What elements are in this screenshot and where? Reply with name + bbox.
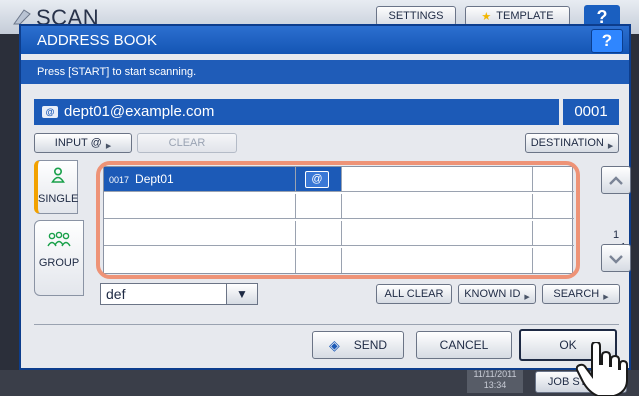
clock-time: 13:34 — [483, 380, 507, 390]
send-button[interactable]: ◈ SEND — [312, 331, 404, 359]
chevron-down-icon — [609, 255, 623, 264]
address-list: 0017 Dept01 @ — [103, 166, 574, 274]
entry-number: 0017 — [109, 175, 130, 185]
known-id-button[interactable]: KNOWN ID ▶ — [458, 284, 536, 304]
entry-type-cell — [296, 194, 342, 218]
list-item[interactable] — [104, 248, 574, 273]
cancel-button[interactable]: CANCEL — [416, 331, 512, 359]
cancel-label: CANCEL — [439, 338, 489, 352]
background-settings-label: SETTINGS — [388, 10, 444, 22]
address-book-dialog: ADDRESS BOOK ? Press [START] to start sc… — [19, 24, 631, 370]
tab-group[interactable]: GROUP — [34, 220, 84, 296]
tab-group-label: GROUP — [38, 257, 80, 269]
clock-date: 11/11/2011 — [473, 369, 517, 379]
entry-type-cell — [533, 221, 573, 245]
clear-label: CLEAR — [168, 137, 206, 149]
all-clear-label: ALL CLEAR — [384, 288, 444, 300]
list-item[interactable]: 0017 Dept01 @ — [104, 167, 574, 192]
destination-count: 0001 — [563, 99, 619, 125]
clock: 11/11/2011 13:34 — [467, 369, 523, 393]
send-label: SEND — [353, 338, 388, 352]
entry-name-cell — [104, 194, 296, 218]
search-label: SEARCH — [553, 288, 600, 300]
chevron-right-icon: ▶ — [607, 143, 614, 150]
single-user-icon — [38, 167, 77, 188]
entry-type-cell — [533, 194, 573, 218]
page-current: 1 — [612, 229, 620, 241]
destination-address: dept01@example.com — [64, 103, 215, 120]
entry-name-cell — [342, 221, 533, 245]
destination-button[interactable]: DESTINATION ▶ — [525, 133, 619, 153]
list-item[interactable] — [104, 221, 574, 246]
entry-type-cell — [296, 221, 342, 245]
star-icon: ★ — [481, 10, 492, 23]
divider — [34, 324, 619, 325]
clear-button[interactable]: CLEAR — [137, 133, 237, 153]
list-item[interactable] — [104, 194, 574, 219]
group-users-icon — [35, 231, 83, 252]
chevron-right-icon: ▶ — [524, 294, 530, 301]
destination-field[interactable]: @ dept01@example.com — [34, 99, 559, 125]
entry-label: 0017 Dept01 — [109, 172, 174, 186]
entry-type-cell: @ — [296, 167, 342, 191]
dialog-title: ADDRESS BOOK — [37, 32, 158, 49]
dialog-help-button[interactable]: ? — [591, 29, 623, 53]
dialog-title-bar: ADDRESS BOOK ? — [21, 26, 629, 54]
entry-name-cell — [342, 194, 533, 218]
scroll-up-button[interactable] — [601, 166, 631, 194]
background-template-label: TEMPLATE — [496, 10, 554, 22]
tab-single-label: SINGLE — [38, 193, 79, 205]
ok-label: OK — [559, 338, 577, 352]
filter-value: def — [106, 286, 126, 302]
hand-cursor-icon — [576, 342, 628, 396]
entry-type-cell — [533, 248, 573, 273]
entry-type-cell — [533, 167, 573, 191]
status-message: Press [START] to start scanning. — [37, 66, 197, 78]
caret-down-icon[interactable]: ▼ — [226, 284, 257, 304]
entry-name: Dept01 — [135, 172, 174, 186]
entry-name-cell: 0017 Dept01 — [104, 167, 296, 191]
scroll-down-button[interactable] — [601, 244, 631, 272]
chevron-right-icon: ▶ — [603, 294, 609, 301]
entry-name-cell — [104, 221, 296, 245]
email-at-icon: @ — [305, 171, 329, 188]
entry-name-cell — [342, 167, 533, 191]
background-template-button[interactable]: ★ TEMPLATE — [465, 6, 570, 26]
message-bar: Press [START] to start scanning. — [21, 60, 629, 84]
entry-type-cell — [296, 248, 342, 273]
filter-dropdown[interactable]: def ▼ — [100, 283, 258, 305]
background-settings-button[interactable]: SETTINGS — [376, 6, 456, 26]
email-envelope-icon: @ — [42, 106, 58, 118]
entry-name-cell — [104, 248, 296, 273]
tab-single[interactable]: SINGLE — [34, 160, 78, 214]
chevron-right-icon: ▶ — [105, 143, 112, 150]
chevron-up-icon — [609, 176, 623, 185]
input-email-button[interactable]: INPUT @ ▶ — [34, 133, 132, 153]
search-button[interactable]: SEARCH ▶ — [542, 284, 620, 304]
known-id-label: KNOWN ID — [464, 288, 521, 300]
entry-name-cell — [342, 248, 533, 273]
send-diamond-icon: ◈ — [328, 336, 340, 353]
input-email-label: INPUT @ — [54, 137, 102, 149]
destination-label: DESTINATION — [530, 137, 604, 149]
all-clear-button[interactable]: ALL CLEAR — [376, 284, 452, 304]
